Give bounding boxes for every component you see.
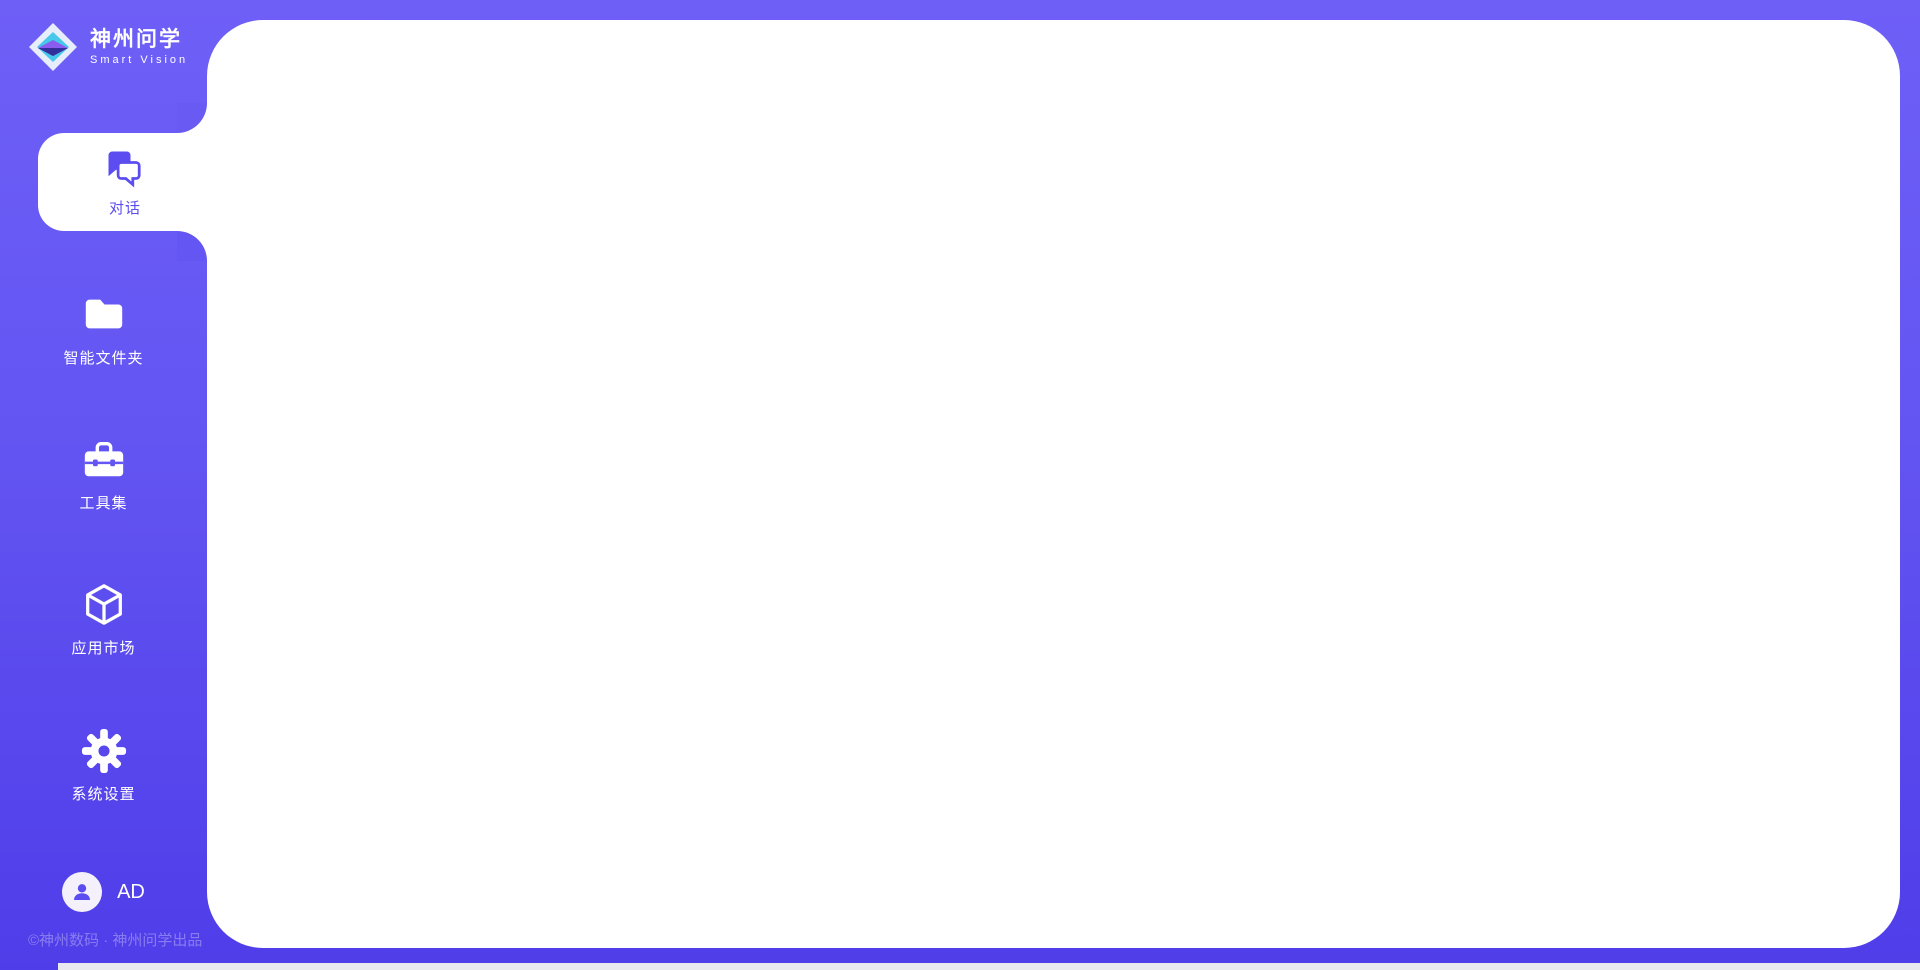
active-tab-fillet-top <box>177 103 207 133</box>
window-bottom-edge <box>58 963 1920 970</box>
app-window: 神州问学 Smart Vision 对话 智能文件夹 工具集 <box>0 0 1920 970</box>
gear-icon <box>81 728 127 774</box>
sidebar-item-settings[interactable]: 系统设置 <box>0 728 207 804</box>
copyright-text: ©神州数码 · 神州问学出品 <box>28 929 202 950</box>
sidebar-item-chat[interactable]: 对话 <box>38 133 212 231</box>
sidebar-item-label: 系统设置 <box>71 783 135 804</box>
brand-logo[interactable]: 神州问学 Smart Vision <box>28 22 188 72</box>
user-initials: AD <box>117 881 145 904</box>
brand-subtitle: Smart Vision <box>90 54 188 66</box>
sidebar-item-label: 工具集 <box>79 492 127 513</box>
chat-icon <box>103 146 147 190</box>
brand-text: 神州问学 Smart Vision <box>90 28 188 66</box>
folder-icon <box>81 292 127 338</box>
active-tab-fillet-bottom <box>177 231 207 261</box>
sidebar-item-label: 对话 <box>109 197 141 218</box>
brand-diamond-icon <box>28 22 78 72</box>
avatar <box>62 872 102 912</box>
user-account[interactable]: AD <box>0 872 207 912</box>
toolbox-icon <box>81 437 127 483</box>
sidebar-item-app-market[interactable]: 应用市场 <box>0 582 207 658</box>
cube-icon <box>81 582 127 628</box>
main-content-panel <box>207 20 1900 948</box>
sidebar-item-label: 智能文件夹 <box>63 347 143 368</box>
sidebar-item-label: 应用市场 <box>71 637 135 658</box>
sidebar-item-smart-folder[interactable]: 智能文件夹 <box>0 292 207 368</box>
brand-name: 神州问学 <box>90 28 188 52</box>
person-icon <box>70 880 94 904</box>
sidebar-item-toolset[interactable]: 工具集 <box>0 437 207 513</box>
